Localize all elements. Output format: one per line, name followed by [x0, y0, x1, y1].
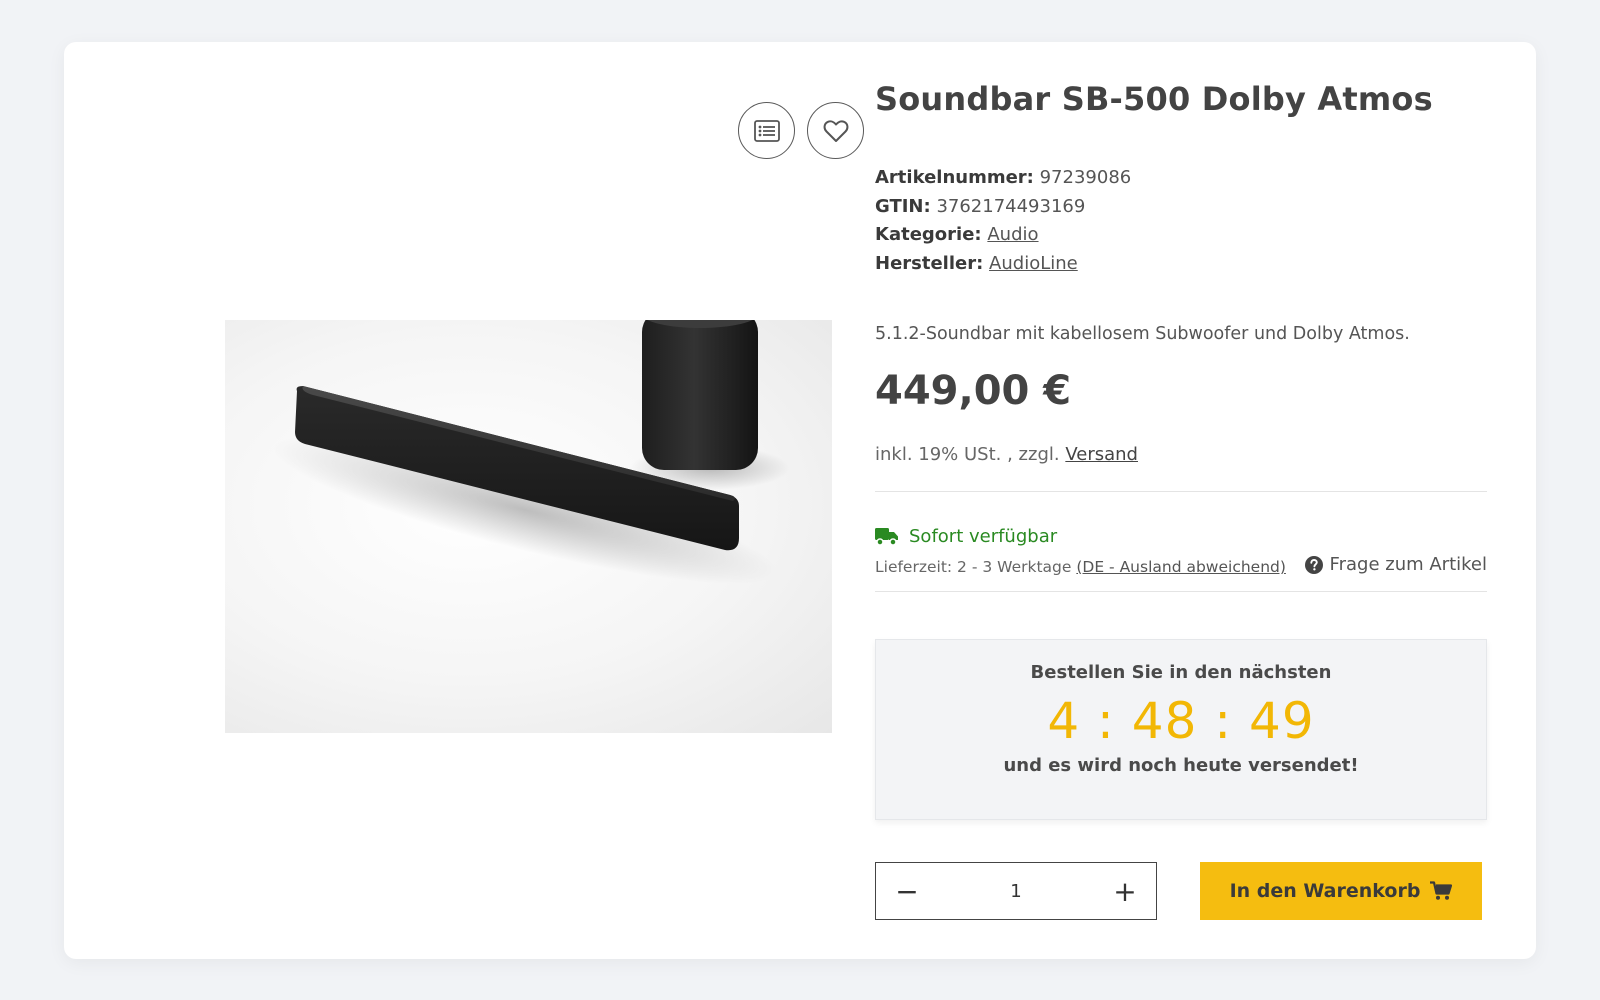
article-number: 97239086: [1039, 167, 1132, 188]
quantity-decrease-button[interactable]: −: [876, 863, 938, 919]
category-label: Kategorie:: [875, 224, 982, 245]
gtin-label: GTIN:: [875, 195, 931, 217]
wishlist-button[interactable]: [807, 102, 864, 159]
compare-button[interactable]: [738, 102, 795, 159]
countdown-intro: Bestellen Sie in den nächsten: [1030, 662, 1332, 683]
article-number-row: Artikelnummer: 97239086: [875, 164, 1131, 193]
heart-icon: [823, 119, 848, 142]
truck-icon: [875, 528, 898, 546]
gtin-row: GTIN: 3762174493169: [875, 193, 1131, 222]
quantity-stepper: − +: [875, 862, 1157, 920]
product-title: Soundbar SB-500 Dolby Atmos: [875, 80, 1433, 118]
question-link-text: Frage zum Artikel: [1329, 554, 1487, 575]
add-to-cart-button[interactable]: In den Warenkorb: [1200, 862, 1482, 920]
list-icon: [753, 119, 780, 142]
question-circle-icon: [1304, 555, 1323, 574]
product-detail-card: Soundbar SB-500 Dolby Atmos Artikelnumme…: [64, 42, 1536, 959]
product-meta: Artikelnummer: 97239086 GTIN: 3762174493…: [875, 164, 1131, 278]
delivery-text: Lieferzeit: 2 - 3 Werktage: [875, 558, 1072, 576]
quantity-increase-button[interactable]: +: [1094, 863, 1156, 919]
availability-text: Sofort verfügbar: [909, 526, 1058, 547]
tax-text: inkl. 19% USt. , zzgl.: [875, 444, 1060, 465]
media-actions: [738, 102, 864, 159]
quantity-input[interactable]: [938, 879, 1094, 903]
category-link[interactable]: Audio: [987, 224, 1038, 245]
divider: [875, 491, 1487, 492]
countdown-timer: 4 : 48 : 49: [1047, 692, 1315, 750]
add-to-cart-label: In den Warenkorb: [1229, 880, 1421, 902]
delivery-info: Lieferzeit: 2 - 3 Werktage (DE - Ausland…: [875, 558, 1286, 576]
cart-icon: [1430, 881, 1453, 900]
gtin: 3762174493169: [936, 195, 1086, 217]
product-price: 449,00 €: [875, 368, 1072, 414]
product-description: 5.1.2-Soundbar mit kabellosem Subwoofer …: [875, 324, 1410, 344]
manufacturer-row: Hersteller: AudioLine: [875, 250, 1131, 279]
manufacturer-link[interactable]: AudioLine: [989, 253, 1078, 274]
divider: [875, 591, 1487, 592]
soundbar-illustration: [272, 320, 790, 584]
product-image[interactable]: [225, 320, 832, 733]
countdown-outro: und es wird noch heute versendet!: [1003, 755, 1359, 776]
tax-info: inkl. 19% USt. , zzgl. Versand: [875, 444, 1138, 465]
delivery-abroad-link[interactable]: (DE - Ausland abweichend): [1076, 558, 1286, 576]
manufacturer-label: Hersteller:: [875, 252, 984, 274]
shipping-countdown: Bestellen Sie in den nächsten 4 : 48 : 4…: [875, 639, 1487, 820]
category-row: Kategorie: Audio: [875, 221, 1131, 250]
availability-status: Sofort verfügbar: [875, 526, 1057, 547]
shipping-link[interactable]: Versand: [1065, 444, 1138, 465]
question-link[interactable]: Frage zum Artikel: [1304, 554, 1487, 575]
article-number-label: Artikelnummer:: [875, 167, 1034, 188]
